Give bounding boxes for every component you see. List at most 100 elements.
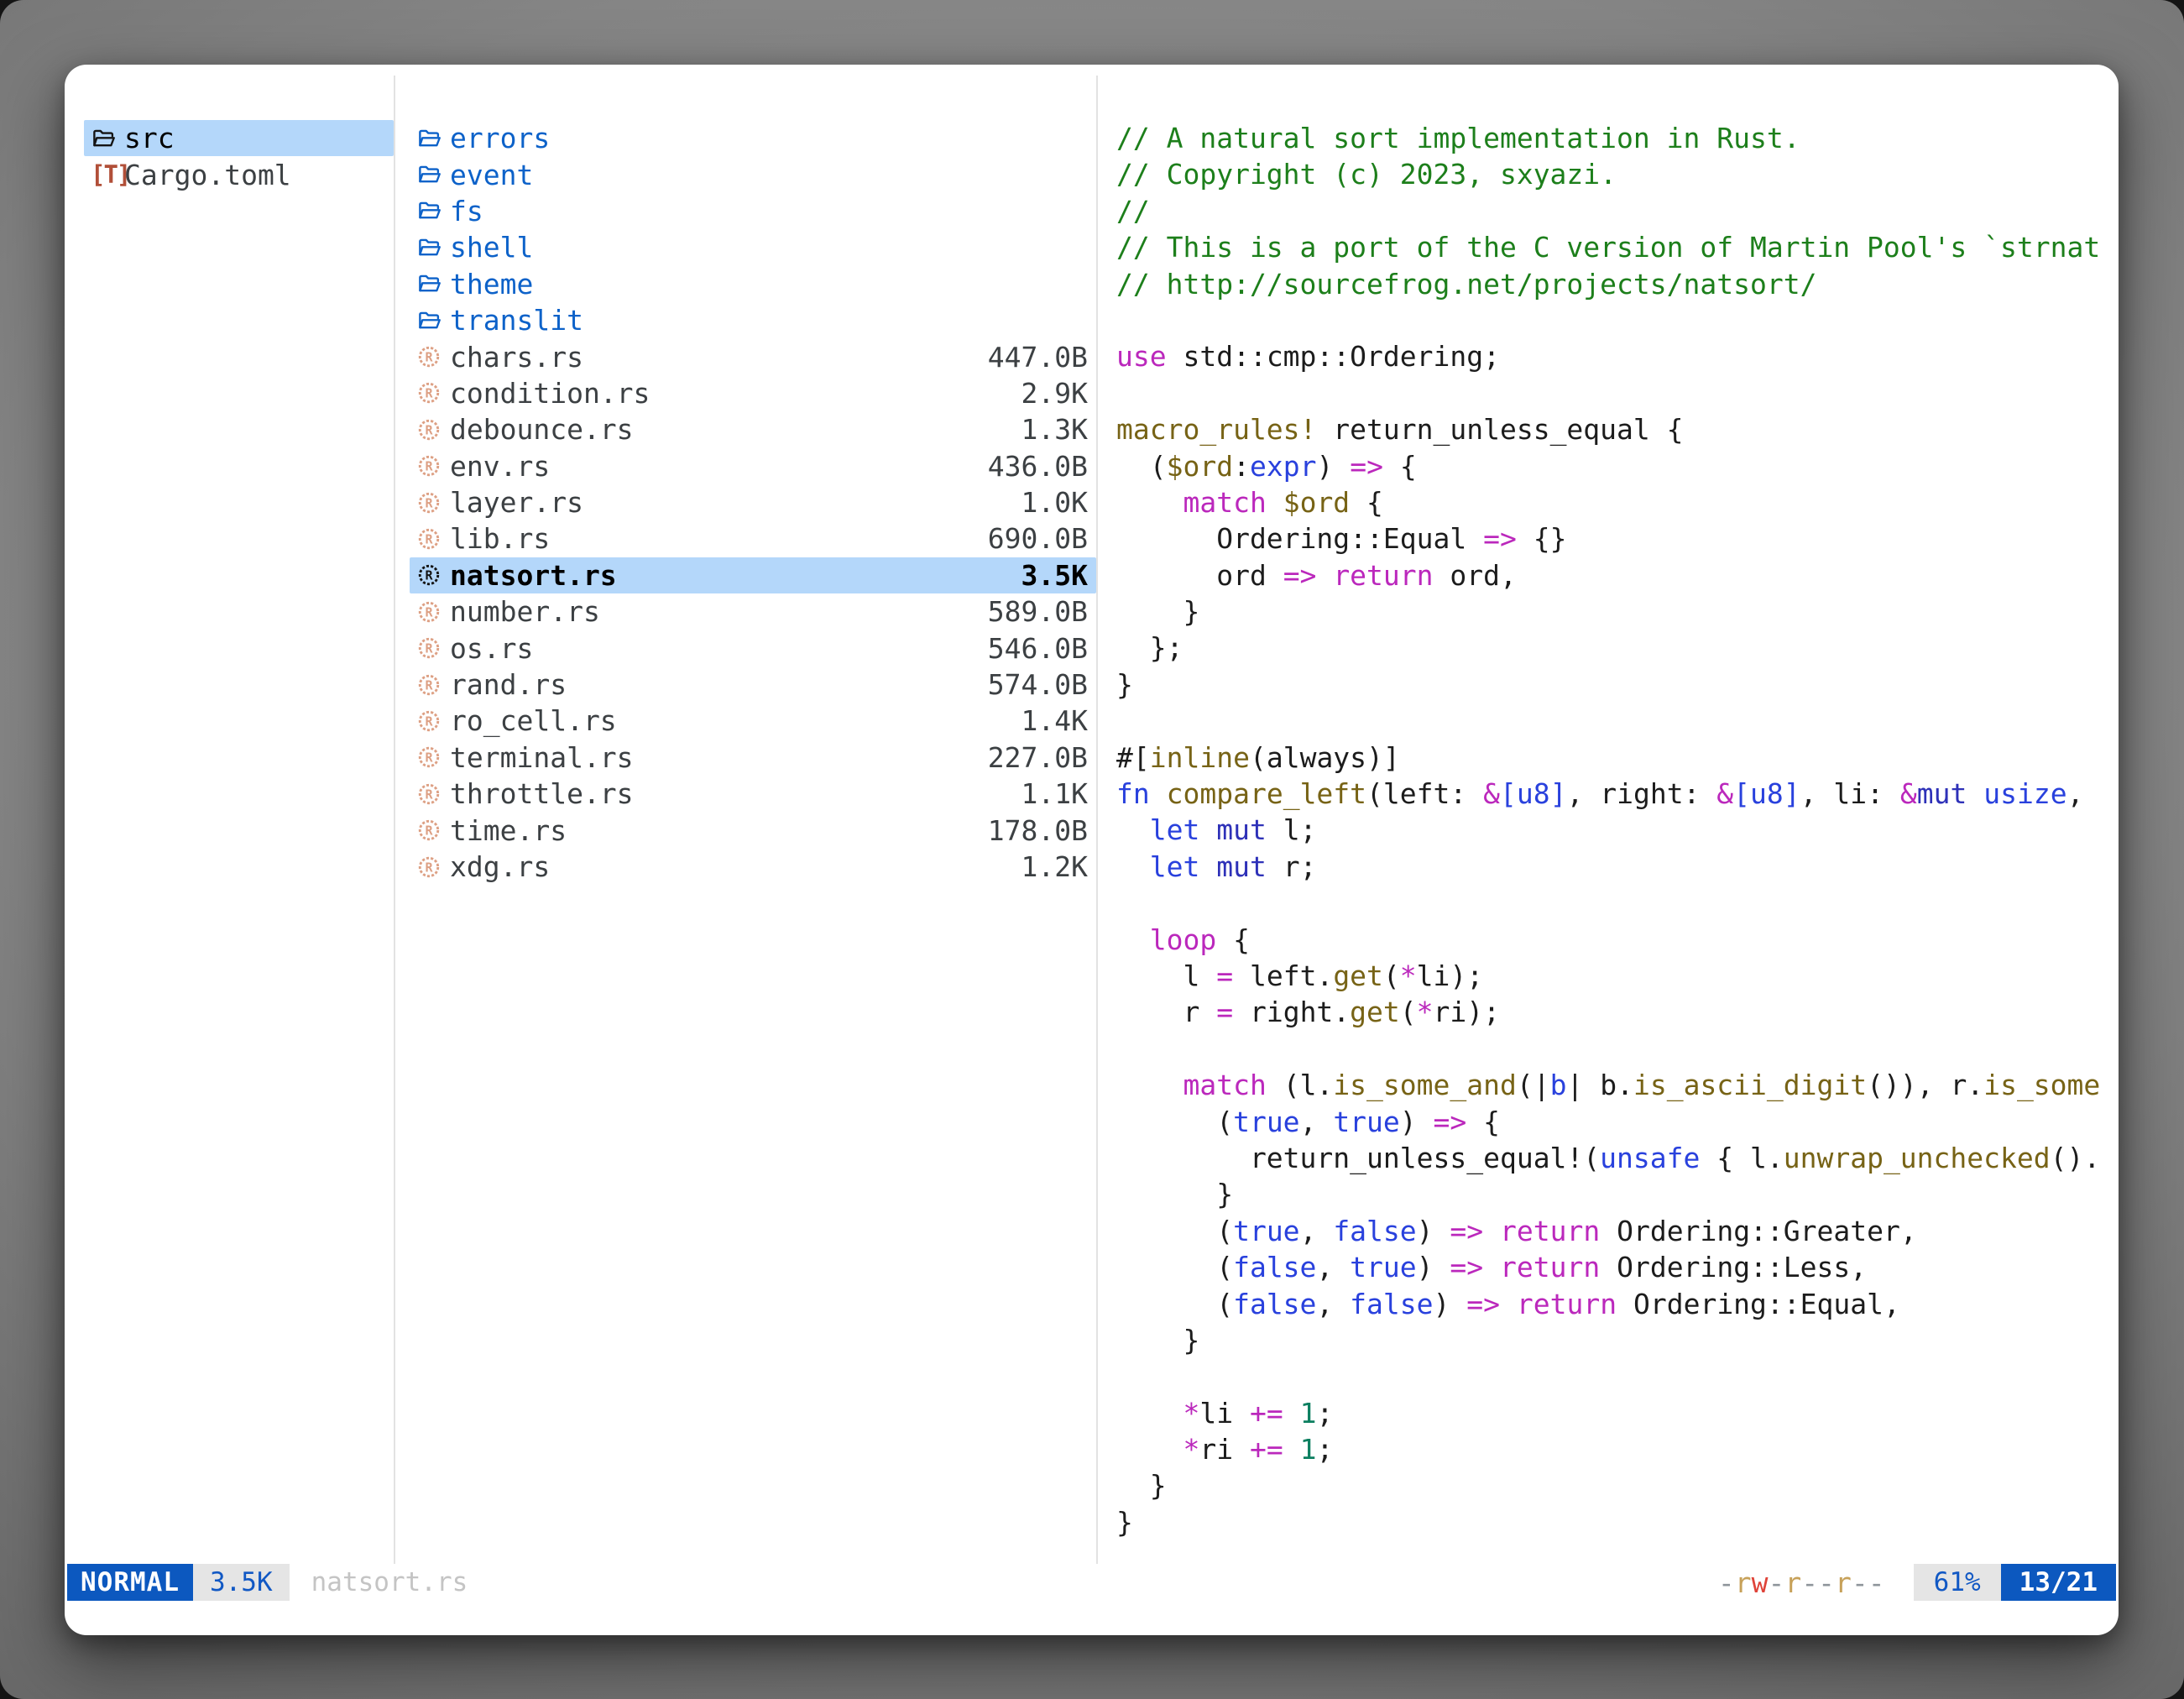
permission-char: - [1818, 1566, 1835, 1599]
folder-row[interactable]: theme [410, 266, 1096, 302]
file-row[interactable]: Rlayer.rs 1.0K [410, 484, 1096, 520]
entry-name: condition.rs [450, 377, 650, 410]
file-row[interactable]: Rnatsort.rs3.5K [410, 557, 1096, 593]
code-line: }; [1116, 630, 2107, 666]
code-line: } [1116, 1504, 2107, 1540]
svg-text:R: R [425, 386, 433, 401]
status-bar: NORMAL 3.5K natsort.rs -rw-r--r-- 61% 13… [67, 1564, 2116, 1601]
code-line [1116, 1358, 2107, 1394]
svg-text:R: R [425, 677, 433, 693]
entry-name: theme [450, 268, 533, 301]
entry-size: 690.0B [988, 522, 1088, 555]
code-line: (false, false) => return Ordering::Equal… [1116, 1286, 2107, 1322]
rust-file-icon: R [416, 672, 450, 698]
entry-size: 1.4K [1021, 704, 1088, 737]
entry-name: chars.rs [450, 341, 583, 374]
file-row[interactable]: Ros.rs546.0B [410, 630, 1096, 666]
rust-file-icon: R [416, 708, 450, 734]
code-line: *ri += 1; [1116, 1431, 2107, 1467]
entry-size: 2.9K [1021, 377, 1088, 410]
cursor-position-badge: 13/21 [2001, 1564, 2116, 1601]
svg-text:R: R [425, 422, 433, 437]
file-row[interactable]: [T]Cargo.toml [84, 156, 394, 192]
permission-char: r [1735, 1566, 1752, 1599]
file-row[interactable]: Rro_cell.rs 1.4K [410, 703, 1096, 739]
rust-file-icon: R [416, 599, 450, 625]
code-line: macro_rules! return_unless_equal { [1116, 411, 2107, 447]
entry-size: 178.0B [988, 814, 1088, 847]
code-line: // http://sourcefrog.net/projects/natsor… [1116, 266, 2107, 302]
file-row[interactable]: Rlib.rs690.0B [410, 520, 1096, 557]
entry-name: layer.rs [450, 486, 583, 519]
parent-pane: src[T]Cargo.toml [84, 120, 394, 193]
code-line: return_unless_equal!(unsafe { l.unwrap_u… [1116, 1140, 2107, 1176]
file-row[interactable]: Renv.rs436.0B [410, 448, 1096, 484]
entry-size: 1.3K [1021, 413, 1088, 446]
code-line: *li += 1; [1116, 1395, 2107, 1431]
entry-name: env.rs [450, 450, 550, 483]
code-line: use std::cmp::Ordering; [1116, 338, 2107, 374]
preview-pane: // A natural sort implementation in Rust… [1116, 120, 2107, 1540]
svg-text:R: R [425, 714, 433, 729]
entry-name: throttle.rs [450, 777, 634, 810]
file-row[interactable]: Rcondition.rs 2.9K [410, 375, 1096, 411]
file-row[interactable]: Rtime.rs178.0B [410, 812, 1096, 848]
entry-size: 589.0B [988, 595, 1088, 628]
svg-text:R: R [425, 459, 433, 474]
file-row[interactable]: Rdebounce.rs1.3K [410, 411, 1096, 447]
file-row[interactable]: Rnumber.rs589.0B [410, 593, 1096, 630]
folder-row[interactable]: errors [410, 120, 1096, 156]
code-line: (false, true) => return Ordering::Less, [1116, 1249, 2107, 1285]
file-row[interactable]: Rterminal.rs 227.0B [410, 740, 1096, 776]
code-line: } [1116, 1322, 2107, 1358]
code-line: Ordering::Equal => {} [1116, 520, 2107, 557]
permission-char: - [1801, 1566, 1818, 1599]
folder-open-icon [416, 271, 450, 296]
entry-size: 3.5K [1021, 559, 1088, 592]
file-row[interactable]: Rchars.rs447.0B [410, 338, 1096, 374]
folder-row[interactable]: event [410, 156, 1096, 192]
permission-char: - [1868, 1566, 1885, 1599]
code-line: } [1116, 1176, 2107, 1212]
code-line [1116, 885, 2107, 921]
code-line: } [1116, 667, 2107, 703]
yazi-window: src[T]Cargo.toml errorseventfsshelltheme… [65, 65, 2119, 1635]
entry-size: 1.2K [1021, 850, 1088, 883]
entry-size: 447.0B [988, 341, 1088, 374]
pane-separator [1096, 76, 1098, 1564]
entry-name: translit [450, 304, 583, 337]
rust-file-icon: R [416, 818, 450, 843]
code-line: l = left.get(*li); [1116, 958, 2107, 994]
toml-icon: [T] [91, 160, 124, 189]
rust-file-icon: R [416, 745, 450, 770]
folder-open-icon [416, 235, 450, 260]
code-line: ord => return ord, [1116, 557, 2107, 593]
entry-size: 227.0B [988, 741, 1088, 774]
file-row[interactable]: Rxdg.rs1.2K [410, 849, 1096, 885]
svg-text:R: R [425, 823, 433, 838]
folder-row[interactable]: src [84, 120, 394, 156]
rust-file-icon: R [416, 562, 450, 588]
svg-text:R: R [425, 495, 433, 510]
code-line: fn compare_left(left: &[u8], right: &[u8… [1116, 776, 2107, 812]
code-line: match (l.is_some_and(|b| b.is_ascii_digi… [1116, 1067, 2107, 1103]
entry-size: 574.0B [988, 668, 1088, 701]
file-row[interactable]: Rthrottle.rs1.1K [410, 776, 1096, 812]
entry-name: rand.rs [450, 668, 567, 701]
pane-separator [394, 76, 395, 1564]
folder-row[interactable]: translit [410, 302, 1096, 338]
entry-name: ro_cell.rs [450, 704, 617, 737]
entry-name: terminal.rs [450, 741, 634, 774]
status-right-group: -rw-r--r-- 61% 13/21 [1718, 1564, 2116, 1601]
code-line: r = right.get(*ri); [1116, 994, 2107, 1030]
folder-row[interactable]: shell [410, 229, 1096, 265]
folder-row[interactable]: fs [410, 193, 1096, 229]
code-line: (true, true) => { [1116, 1104, 2107, 1140]
entry-size: 1.0K [1021, 486, 1088, 519]
code-line: // Copyright (c) 2023, sxyazi. [1116, 156, 2107, 192]
svg-text:R: R [425, 531, 433, 546]
permission-char: - [1769, 1566, 1785, 1599]
rust-file-icon: R [416, 380, 450, 405]
file-row[interactable]: Rrand.rs 574.0B [410, 667, 1096, 703]
rust-file-icon: R [416, 453, 450, 478]
